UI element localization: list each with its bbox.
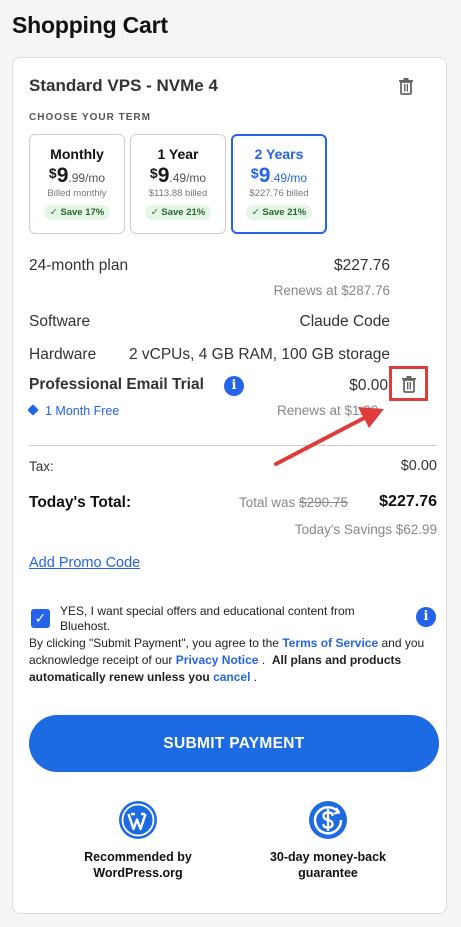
annotation-arrow — [274, 407, 384, 466]
